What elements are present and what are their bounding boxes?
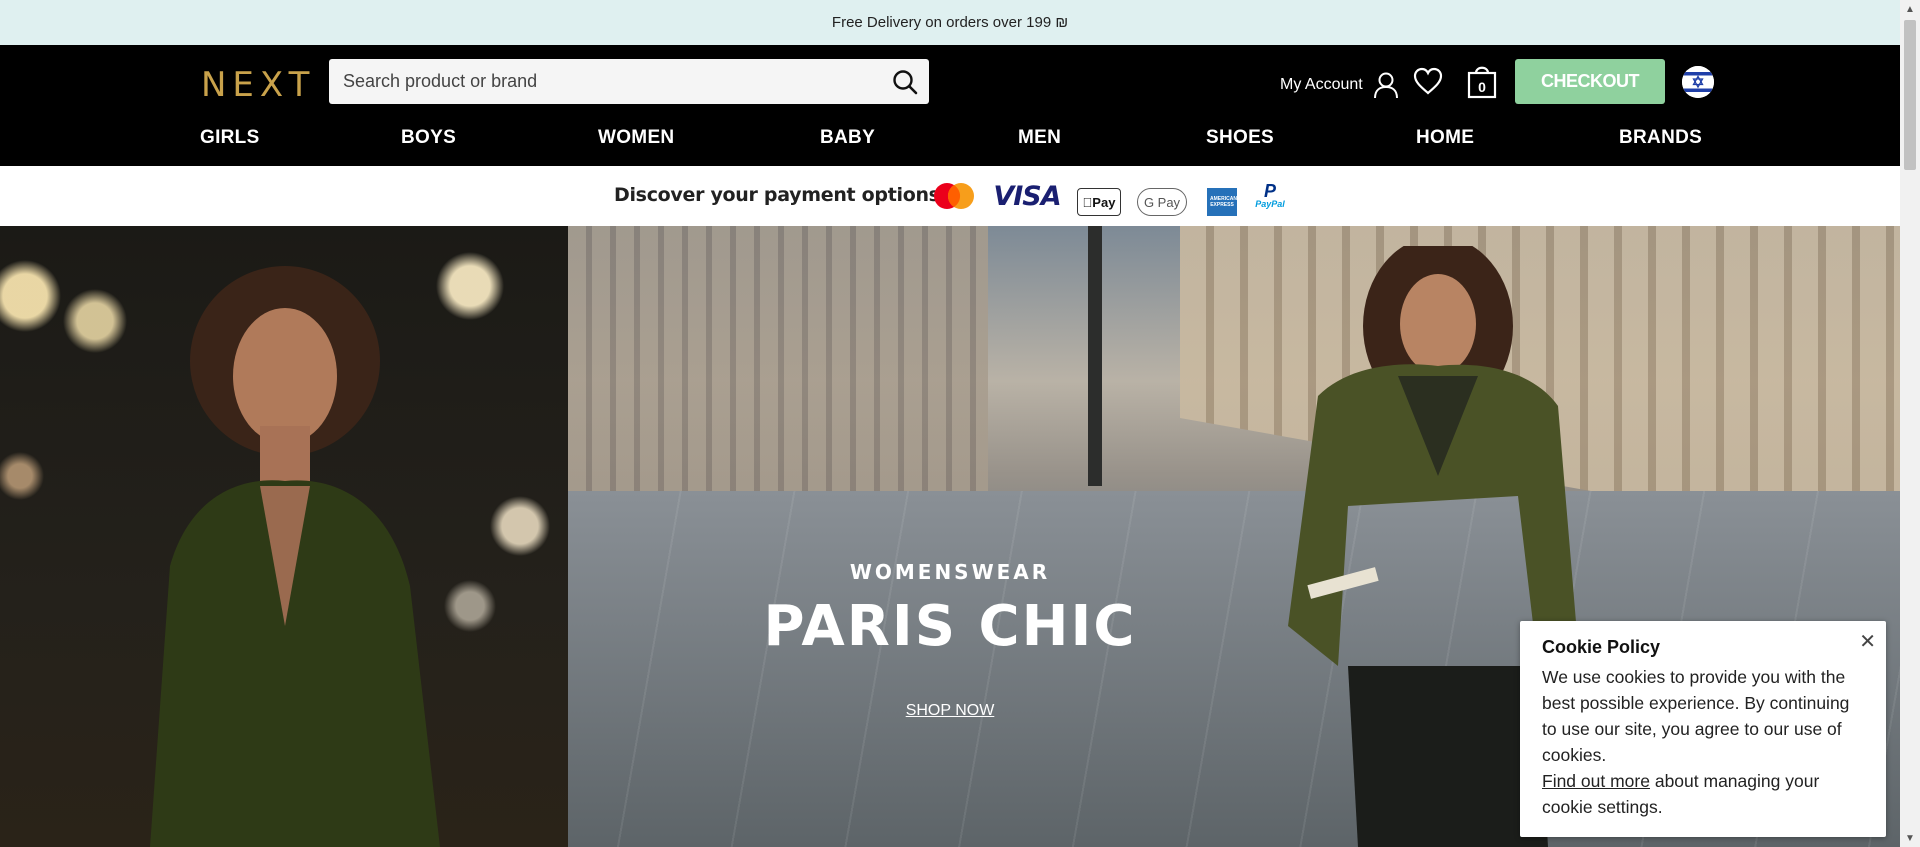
next-logo[interactable]: NEXT xyxy=(201,65,315,105)
payment-options-label: Discover your payment options xyxy=(614,184,940,206)
model-figure-left xyxy=(150,266,440,847)
cookie-title: Cookie Policy xyxy=(1542,637,1661,657)
paypal-icon: P PayPal xyxy=(1255,181,1285,209)
nav-item-girls[interactable]: GIRLS xyxy=(200,127,260,149)
shop-now-link[interactable]: SHOP NOW xyxy=(568,702,1332,720)
hero-headline: PARIS CHIC xyxy=(763,594,1137,659)
nav-item-brands[interactable]: BRANDS xyxy=(1619,127,1702,149)
promo-text: Free Delivery on orders over 199 ₪ xyxy=(831,14,1069,31)
israel-flag-icon[interactable] xyxy=(1682,66,1714,98)
heart-icon[interactable] xyxy=(1413,67,1443,95)
cookie-body-text: We use cookies to provide you with the b… xyxy=(1542,667,1850,765)
nav-item-shoes[interactable]: SHOES xyxy=(1206,127,1274,149)
hero-text-block: WOMENSWEAR PARIS CHIC SHOP NOW xyxy=(568,226,1332,847)
bag-count: 0 xyxy=(1478,79,1486,95)
scroll-down-arrow-icon[interactable]: ▼ xyxy=(1900,829,1920,847)
nav-item-baby[interactable]: BABY xyxy=(820,127,875,149)
main-nav: GIRLS BOYS WOMEN BABY MEN SHOES HOME BRA… xyxy=(0,127,1900,163)
nav-item-women[interactable]: WOMEN xyxy=(598,127,674,149)
close-icon[interactable]: ✕ xyxy=(1859,629,1876,654)
search-icon[interactable] xyxy=(891,68,919,96)
payment-options-bar[interactable]: Discover your payment options VISA  Pay… xyxy=(0,166,1900,226)
user-icon xyxy=(1373,72,1398,99)
promo-bar: Free Delivery on orders over 199 ₪ xyxy=(0,0,1900,45)
nav-item-home[interactable]: HOME xyxy=(1416,127,1474,149)
mastercard-icon xyxy=(932,180,976,212)
hero-image-left xyxy=(0,226,568,847)
cookie-body: We use cookies to provide you with the b… xyxy=(1542,664,1864,820)
bag-button[interactable]: 0 xyxy=(1466,63,1498,99)
my-account-button[interactable]: My Account xyxy=(1280,71,1399,99)
find-out-more-link[interactable]: Find out more xyxy=(1542,771,1650,791)
site-header: NEXT My Account 0 CHECKOUT xyxy=(0,45,1900,166)
scroll-up-arrow-icon[interactable]: ▲ xyxy=(1900,0,1920,18)
my-account-label: My Account xyxy=(1280,76,1363,93)
scroll-thumb[interactable] xyxy=(1904,20,1916,170)
cookie-policy-popup: ✕ Cookie Policy We use cookies to provid… xyxy=(1520,621,1886,837)
amex-icon: AMERICAN EXPRESS xyxy=(1207,188,1237,216)
nav-item-boys[interactable]: BOYS xyxy=(401,127,456,149)
nav-item-men[interactable]: MEN xyxy=(1018,127,1061,149)
google-pay-icon: G Pay xyxy=(1137,188,1187,216)
page-scrollbar[interactable]: ▲ ▼ xyxy=(1900,0,1920,847)
visa-icon: VISA xyxy=(993,180,1061,212)
apple-pay-icon:  Pay xyxy=(1077,188,1121,216)
search-input[interactable] xyxy=(329,70,869,93)
checkout-button[interactable]: CHECKOUT xyxy=(1515,59,1665,104)
search-bar xyxy=(329,59,929,104)
hero-eyebrow: WOMENSWEAR xyxy=(849,560,1051,584)
